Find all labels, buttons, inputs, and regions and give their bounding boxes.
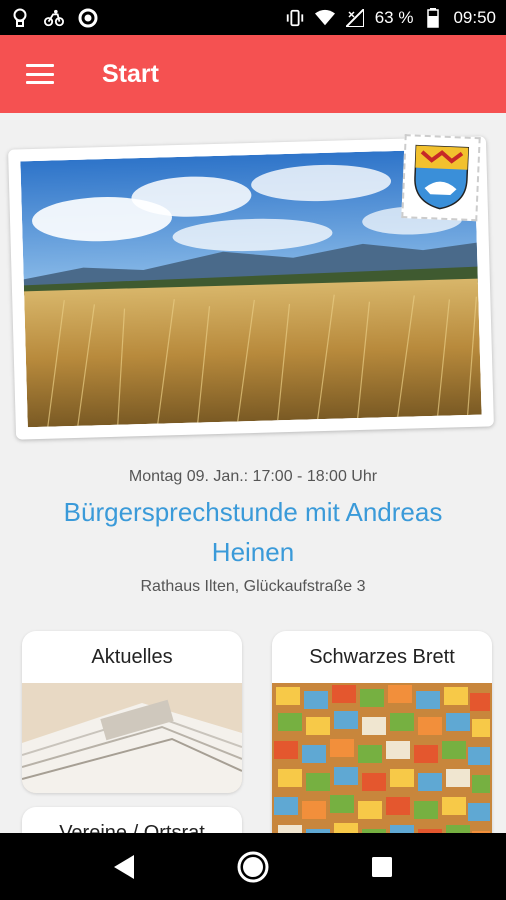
header-postcard bbox=[8, 134, 494, 440]
event-section: Montag 09. Jan.: 17:00 - 18:00 Uhr Bürge… bbox=[0, 468, 506, 596]
home-circle-icon[interactable] bbox=[233, 847, 273, 887]
sticky-notes-image bbox=[272, 683, 492, 833]
tile-vereine[interactable]: Vereine / Ortsrat bbox=[22, 807, 242, 833]
tile-aktuelles[interactable]: Aktuelles bbox=[22, 631, 242, 793]
signal-icon bbox=[345, 8, 365, 28]
circle-icon bbox=[78, 8, 98, 28]
event-date: Montag 09. Jan.: 17:00 - 18:00 Uhr bbox=[128, 468, 378, 485]
battery-icon bbox=[423, 7, 443, 28]
tile-schwarzes-brett[interactable]: Schwarzes Brett bbox=[272, 631, 492, 833]
main-content: Montag 09. Jan.: 17:00 - 18:00 Uhr Bürge… bbox=[0, 113, 506, 833]
status-bar: 63 % 09:50 bbox=[0, 0, 506, 35]
system-nav-bar bbox=[0, 833, 506, 900]
recents-square-icon[interactable] bbox=[362, 847, 402, 887]
back-triangle-icon[interactable] bbox=[104, 847, 144, 887]
tile-vereine-label: Vereine / Ortsrat bbox=[59, 821, 205, 834]
coat-of-arms-stamp bbox=[401, 134, 481, 222]
page-title: Start bbox=[102, 59, 159, 88]
clock: 09:50 bbox=[453, 7, 496, 27]
battery-percent: 63 % bbox=[374, 7, 414, 27]
event-location: Rathaus Ilten, Glückaufstraße 3 bbox=[140, 578, 366, 595]
app-bar: Start bbox=[0, 35, 506, 113]
tile-schwarzes-brett-label: Schwarzes Brett bbox=[309, 645, 455, 668]
wifi-icon bbox=[314, 8, 335, 28]
tile-aktuelles-label: Aktuelles bbox=[91, 645, 173, 668]
hamburger-menu-icon[interactable] bbox=[26, 64, 54, 84]
event-title[interactable]: Bürgersprechstunde mit Andreas Heinen bbox=[0, 492, 506, 572]
bulb-icon bbox=[10, 8, 30, 28]
bike-icon bbox=[44, 8, 64, 28]
vibrate-icon bbox=[285, 8, 305, 28]
newspaper-image bbox=[22, 683, 242, 793]
